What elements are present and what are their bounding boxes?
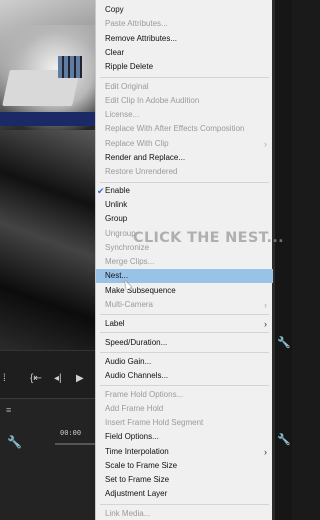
step-back-icon[interactable]: ◂| xyxy=(54,373,62,384)
transport-controls: ⁞ {⇤ ◂| ▶ xyxy=(0,373,95,391)
right-panel-edge: 🔧 🔧 xyxy=(272,0,292,520)
menu-item-enable[interactable]: ✔ Enable xyxy=(96,184,273,198)
menu-item-replace-with-clip[interactable]: Replace With Clip › xyxy=(96,137,273,151)
menu-item-speed-duration[interactable]: Speed/Duration... xyxy=(96,336,273,350)
menu-item-add-frame-hold[interactable]: Add Frame Hold xyxy=(96,402,273,416)
menu-item-clear[interactable]: Clear xyxy=(96,46,273,60)
menu-item-replace-with-ae-comp[interactable]: Replace With After Effects Composition xyxy=(96,122,273,136)
menu-item-audio-channels[interactable]: Audio Channels... xyxy=(96,369,273,383)
checkmark-icon: ✔ xyxy=(97,186,105,196)
wrench-icon[interactable]: 🔧 xyxy=(277,433,291,446)
chevron-right-icon: › xyxy=(264,300,267,310)
chevron-right-icon: › xyxy=(264,319,267,329)
menu-item-edit-in-audition[interactable]: Edit Clip In Adobe Audition xyxy=(96,94,273,108)
menu-item-remove-attributes[interactable]: Remove Attributes... xyxy=(96,32,273,46)
chevron-right-icon: › xyxy=(264,447,267,457)
menu-item-copy[interactable]: Copy xyxy=(96,3,273,17)
menu-separator xyxy=(100,77,269,78)
go-to-in-icon[interactable]: {⇤ xyxy=(30,373,42,384)
wrench-icon[interactable]: 🔧 xyxy=(277,336,291,349)
menu-item-multi-camera[interactable]: Multi-Camera › xyxy=(96,298,273,312)
menu-separator xyxy=(100,352,269,353)
menu-separator xyxy=(100,182,269,183)
mark-icon[interactable]: ⁞ xyxy=(3,373,6,384)
menu-item-field-options[interactable]: Field Options... xyxy=(96,430,273,444)
panel-menu-icon[interactable]: ≡ xyxy=(6,405,11,415)
tutorial-caption: CLICK THE NEST... xyxy=(133,230,284,246)
menu-item-make-subsequence[interactable]: Make Subsequence xyxy=(96,284,273,298)
menu-item-ripple-delete[interactable]: Ripple Delete xyxy=(96,60,273,74)
menu-item-license[interactable]: License... xyxy=(96,108,273,122)
menu-item-scale-to-frame-size[interactable]: Scale to Frame Size xyxy=(96,459,273,473)
menu-separator xyxy=(100,504,269,505)
menu-separator xyxy=(100,385,269,386)
menu-item-restore-unrendered[interactable]: Restore Unrendered xyxy=(96,165,273,179)
menu-item-audio-gain[interactable]: Audio Gain... xyxy=(96,355,273,369)
menu-item-render-and-replace[interactable]: Render and Replace... xyxy=(96,151,273,165)
timeline-panel: ≡ 00:00 🔧 xyxy=(0,398,95,520)
menu-item-label[interactable]: Label › xyxy=(96,317,273,331)
program-monitor-area: ⁞ {⇤ ◂| ▶ ≡ 00:00 🔧 xyxy=(0,0,95,520)
menu-separator xyxy=(100,314,269,315)
menu-separator xyxy=(100,332,269,333)
menu-item-paste-attributes[interactable]: Paste Attributes... xyxy=(96,17,273,31)
menu-item-insert-frame-hold-segment[interactable]: Insert Frame Hold Segment xyxy=(96,416,273,430)
menu-item-link-media[interactable]: Link Media... xyxy=(96,507,273,520)
wrench-icon[interactable]: 🔧 xyxy=(7,435,22,449)
clip-context-menu: Copy Paste Attributes... Remove Attribut… xyxy=(95,0,273,520)
timeline-ruler-time: 00:00 xyxy=(60,429,82,437)
menu-item-time-interpolation[interactable]: Time Interpolation › xyxy=(96,445,273,459)
menu-item-unlink[interactable]: Unlink xyxy=(96,198,273,212)
menu-item-adjustment-layer[interactable]: Adjustment Layer xyxy=(96,487,273,501)
menu-item-group[interactable]: Group xyxy=(96,212,273,226)
chevron-right-icon: › xyxy=(264,139,267,149)
video-preview xyxy=(0,0,95,350)
play-icon[interactable]: ▶ xyxy=(76,373,84,384)
menu-item-edit-original[interactable]: Edit Original xyxy=(96,80,273,94)
menu-item-frame-hold-options[interactable]: Frame Hold Options... xyxy=(96,388,273,402)
menu-item-set-to-frame-size[interactable]: Set to Frame Size xyxy=(96,473,273,487)
menu-item-merge-clips[interactable]: Merge Clips... xyxy=(96,255,273,269)
